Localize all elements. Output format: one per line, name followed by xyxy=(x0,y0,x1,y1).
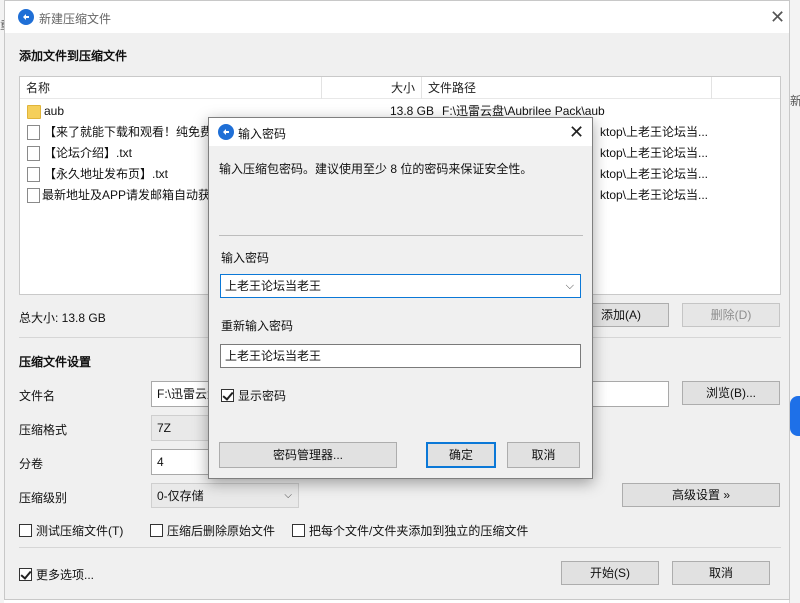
volume-label: 分卷 xyxy=(19,457,44,471)
show-password-label: 显示密码 xyxy=(238,389,287,403)
bottom-divider xyxy=(19,547,781,548)
document-icon xyxy=(27,146,40,161)
column-header-name[interactable]: 名称 xyxy=(20,77,322,99)
dialog-divider xyxy=(219,235,583,236)
file-name: 【来了就能下载和观看！纯免费 xyxy=(44,125,213,139)
file-list-header: 名称 大小 文件路径 xyxy=(20,77,780,99)
background-side-text: 新 xyxy=(790,94,800,108)
start-button[interactable]: 开始(S) xyxy=(561,561,659,585)
chevron-down-icon: ⌵ xyxy=(284,490,292,501)
checkbox-box-checked xyxy=(221,389,234,402)
dialog-title: 输入密码 xyxy=(238,127,287,141)
background-blue-tab xyxy=(790,396,800,436)
checkbox-box-checked xyxy=(19,568,32,581)
compression-level-label: 压缩级别 xyxy=(19,491,68,505)
file-path: ktop\上老王论坛当... xyxy=(600,125,709,139)
document-icon xyxy=(27,125,40,140)
advanced-settings-button[interactable]: 高级设置 » xyxy=(622,483,780,507)
file-path: ktop\上老王论坛当... xyxy=(600,167,709,181)
ok-button[interactable]: 确定 xyxy=(426,442,496,468)
delete-button[interactable]: 删除(D) xyxy=(682,303,780,327)
file-name: aub xyxy=(44,104,65,118)
app-logo-icon xyxy=(18,9,34,25)
document-icon xyxy=(27,188,40,203)
file-name: 【论坛介绍】.txt xyxy=(44,146,133,160)
compression-level-select[interactable]: 0-仅存储 ⌵ xyxy=(151,483,299,508)
dialog-close-button[interactable]: ✕ xyxy=(569,123,584,141)
dialog-hint: 输入压缩包密码。建议使用至少 8 位的密码来保证安全性。 xyxy=(219,162,533,176)
window-close-button[interactable]: ✕ xyxy=(770,8,785,26)
chevron-down-icon[interactable]: ⌵ xyxy=(566,275,574,297)
file-path: ktop\上老王论坛当... xyxy=(600,188,709,202)
dialog-cancel-button[interactable]: 取消 xyxy=(507,442,580,468)
file-name: 【永久地址发布页】.txt xyxy=(44,167,169,181)
file-path: ktop\上老王论坛当... xyxy=(600,146,709,160)
password-dialog: 输入密码 ✕ 输入压缩包密码。建议使用至少 8 位的密码来保证安全性。 输入密码… xyxy=(208,117,593,479)
compression-level-value: 0-仅存储 xyxy=(157,489,204,503)
cancel-button[interactable]: 取消 xyxy=(672,561,770,585)
reenter-password-label: 重新输入密码 xyxy=(221,319,294,333)
app-logo-icon xyxy=(218,124,234,140)
more-options-checkbox[interactable]: 更多选项... xyxy=(19,566,94,583)
password-input[interactable]: 上老王论坛当老王 ⌵ xyxy=(220,274,581,298)
show-password-checkbox[interactable]: 显示密码 xyxy=(221,387,286,404)
reenter-password-input[interactable]: 上老王论坛当老王 xyxy=(220,344,581,368)
checkbox-box xyxy=(19,524,32,537)
format-value: 7Z xyxy=(157,421,172,435)
total-size-label: 总大小: 13.8 GB xyxy=(19,311,106,325)
document-icon xyxy=(27,167,40,182)
each-separate-label: 把每个文件/文件夹添加到独立的压缩文件 xyxy=(309,524,529,538)
column-header-size[interactable]: 大小 xyxy=(322,77,422,99)
format-label: 压缩格式 xyxy=(19,423,68,437)
archive-settings-title: 压缩文件设置 xyxy=(19,355,92,369)
password-manager-button[interactable]: 密码管理器... xyxy=(219,442,397,468)
checkbox-box xyxy=(292,524,305,537)
file-name: 最新地址及APP请发邮箱自动获 xyxy=(42,188,211,202)
each-separate-checkbox[interactable]: 把每个文件/文件夹添加到独立的压缩文件 xyxy=(292,522,528,539)
test-archive-label: 测试压缩文件(T) xyxy=(36,524,124,538)
test-archive-checkbox[interactable]: 测试压缩文件(T) xyxy=(19,522,123,539)
folder-icon xyxy=(27,105,41,119)
delete-after-checkbox[interactable]: 压缩后删除原始文件 xyxy=(150,522,275,539)
password-value: 上老王论坛当老王 xyxy=(225,279,322,293)
password-label: 输入密码 xyxy=(221,251,270,265)
checkbox-box xyxy=(150,524,163,537)
add-files-section-title: 添加文件到压缩文件 xyxy=(19,49,128,63)
dialog-titlebar: 输入密码 ✕ xyxy=(209,118,592,146)
filename-label: 文件名 xyxy=(19,389,56,403)
more-options-label: 更多选项... xyxy=(36,568,95,582)
window-titlebar: 新建压缩文件 ✕ xyxy=(5,1,789,33)
window-title: 新建压缩文件 xyxy=(39,12,112,26)
background-right-strip xyxy=(789,0,800,603)
column-header-path[interactable]: 文件路径 xyxy=(422,77,712,99)
browse-button[interactable]: 浏览(B)... xyxy=(682,381,780,405)
delete-after-label: 压缩后删除原始文件 xyxy=(167,524,276,538)
